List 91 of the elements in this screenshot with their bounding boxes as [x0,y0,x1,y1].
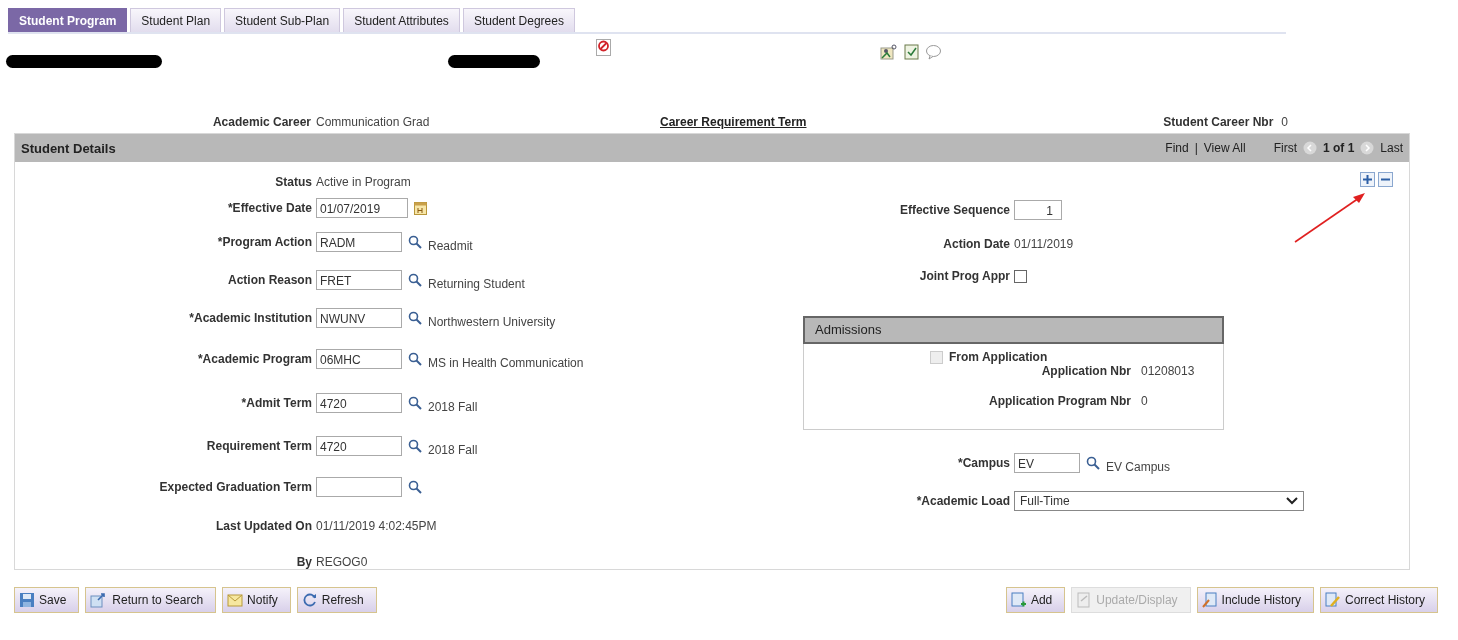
toolbar-button[interactable]: Add [1005,587,1066,613]
field-label: Action Date [942,237,1011,251]
search-icon[interactable] [408,273,422,287]
field-label: Application Program Nbr [988,394,1131,408]
field-label: Requirement Term [205,439,313,453]
field-label: By [295,555,313,569]
lookup-input[interactable]: 4720 [316,436,402,456]
dropdown-select[interactable]: Full-Time [1014,491,1304,511]
delete-row-button[interactable] [1378,172,1393,187]
lookup-input[interactable]: NWUNV [316,308,402,328]
tab[interactable]: Student Plan [130,8,222,32]
refresh-icon [301,592,318,608]
admissions-header: Admissions [803,316,1224,344]
toolbar-button[interactable]: Return to Search [85,587,217,613]
field-value: 0 [1141,394,1148,408]
field-label: Effective Sequence [898,203,1011,217]
checkbox-label: From Application [949,350,1048,364]
field-label: *Effective Date [226,201,313,215]
field-label: Last Updated On [215,519,313,533]
field-label: Joint Prog Appr [918,269,1011,283]
calendar-icon[interactable] [414,201,427,215]
lookup-description: Readmit [428,239,473,253]
field-label: *Admit Term [240,395,313,410]
field-value: 01208013 [1141,364,1195,378]
lookup-description: 2018 Fall [428,443,478,457]
people-icon[interactable] [880,44,898,60]
link-separator: | [1194,141,1198,155]
lookup-description: 2018 Fall [428,399,478,414]
lookup-input[interactable]: 06MHC [316,349,402,369]
toolbar-button[interactable]: Notify [222,587,291,613]
toolbar-button[interactable]: Include History [1196,587,1314,613]
panel-title: Student Details [21,140,116,156]
lookup-input[interactable]: EV [1014,453,1080,473]
field-label: *Academic Program [196,352,313,366]
checkbox[interactable] [1014,269,1027,283]
lookup-input[interactable] [316,477,402,497]
lookup-description: MS in Health Communication [428,356,584,370]
search-icon[interactable] [408,439,422,453]
toolbar-button[interactable]: Refresh [296,587,377,613]
toolbar-button[interactable]: Save [14,587,80,613]
field-label: Application Nbr [1040,364,1131,378]
add-page-icon [1010,592,1027,608]
lookup-input[interactable]: RADM [316,232,402,252]
search-icon[interactable] [408,480,422,494]
field-label: *Campus [957,456,1011,470]
date-input[interactable]: 01/07/2019 [316,198,408,218]
search-icon[interactable] [408,395,422,410]
field-label: *Academic Institution [188,311,313,325]
field-value: Active in Program [316,175,411,189]
last-label: Last [1380,141,1403,155]
row-count: 1 of 1 [1322,141,1355,155]
field-label: Student Career Nbr [1163,115,1274,129]
field-label: Expected Graduation Term [158,480,313,494]
field-label: Action Reason [227,273,313,287]
field-label: *Academic Load [915,494,1011,508]
lookup-description: Northwestern University [428,315,556,329]
search-icon[interactable] [408,352,422,366]
view-all-link[interactable]: View All [1203,141,1246,155]
field-label: *Program Action [216,235,313,249]
page-icon [1076,592,1093,608]
prohibited-icon[interactable] [596,39,611,56]
plus-icon [1363,175,1372,184]
first-label: First [1273,141,1297,155]
field-value: 01/11/2019 4:02:45PM [316,519,437,533]
add-row-button[interactable] [1360,172,1375,187]
page-pencil-icon [1325,592,1341,608]
search-icon[interactable] [408,235,422,249]
checklist-icon[interactable] [904,44,919,60]
search-icon[interactable] [1086,456,1100,470]
number-input[interactable]: 1 [1014,200,1062,220]
page-pen-icon [1201,592,1218,608]
field-label: Academic Career [211,115,312,129]
field-value: 01/11/2019 [1014,237,1074,251]
field-label: Status [274,175,313,189]
search-icon[interactable] [408,311,422,325]
lookup-description: EV Campus [1106,460,1171,474]
field-value: 0 [1281,115,1288,129]
field-value: REGOG0 [316,555,368,569]
career-requirement-link[interactable]: Career Requirement Term [660,115,807,129]
toolbar-button[interactable]: Correct History [1320,587,1438,613]
lookup-input[interactable]: 4720 [316,392,402,413]
caret-icon [1286,497,1298,505]
lookup-description: Returning Student [428,277,525,291]
lookup-input[interactable]: FRET [316,270,402,290]
tab[interactable]: Student Sub-Plan [224,8,341,32]
tab[interactable]: Student Degrees [462,8,575,32]
tab[interactable]: Student Program [8,8,128,32]
envelope-icon [227,592,244,608]
field-value: Communication Grad [316,115,430,129]
tab[interactable]: Student Attributes [343,8,460,32]
find-link[interactable]: Find [1165,141,1189,155]
